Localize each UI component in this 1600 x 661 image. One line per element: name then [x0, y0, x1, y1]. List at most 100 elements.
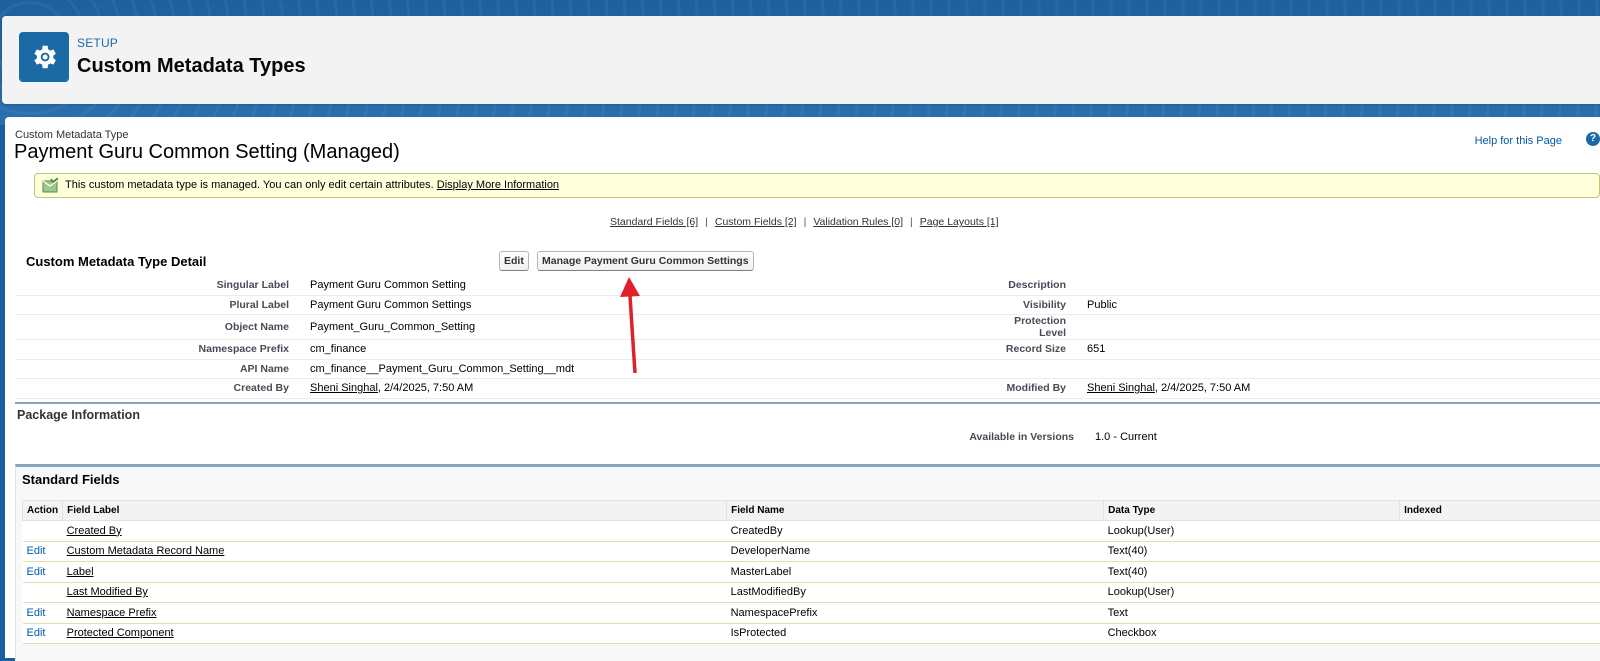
field-name: DeveloperName: [727, 541, 1104, 562]
modified-by-user-link[interactable]: Sheni Singhal: [1087, 382, 1155, 394]
validation-rules-link[interactable]: Validation Rules [0]: [813, 216, 903, 228]
table-row: Edit Custom Metadata Record Name Develop…: [23, 541, 1600, 562]
detail-row: API Name cm_finance__Payment_Guru_Common…: [15, 359, 1600, 379]
field-label-link[interactable]: Custom Metadata Record Name: [67, 545, 225, 557]
detail-value: Payment_Guru_Common_Setting: [307, 315, 987, 340]
field-name: CreatedBy: [727, 521, 1104, 542]
custom-fields-link[interactable]: Custom Fields [2]: [715, 216, 797, 228]
standard-fields-link[interactable]: Standard Fields [6]: [610, 216, 698, 228]
data-type: Text(40): [1104, 541, 1400, 562]
row-edit-link[interactable]: Edit: [27, 607, 46, 619]
detail-row: Object Name Payment_Guru_Common_Setting …: [15, 315, 1600, 340]
data-type: Checkbox: [1104, 623, 1400, 644]
table-row: Edit Label MasterLabel Text(40): [23, 562, 1600, 583]
row-edit-link[interactable]: Edit: [27, 566, 46, 578]
manage-records-button[interactable]: Manage Payment Guru Common Settings: [537, 251, 754, 271]
gear-icon: [19, 32, 69, 82]
detail-value: cm_finance: [307, 340, 987, 360]
detail-value: [1084, 276, 1600, 295]
standard-fields-section: Standard Fields Action Field Label Field…: [15, 464, 1600, 661]
help-link[interactable]: Help for this Page: [1475, 135, 1562, 147]
package-section-title: Package Information: [17, 408, 140, 422]
link-separator: |: [910, 216, 913, 228]
detail-label: Object Name: [15, 315, 307, 340]
created-by-date: , 2/4/2025, 7:50 AM: [378, 382, 473, 394]
detail-label: Plural Label: [15, 295, 307, 315]
detail-label: Record Size: [987, 340, 1084, 360]
modified-by-date: , 2/4/2025, 7:50 AM: [1155, 382, 1250, 394]
field-label-link[interactable]: Last Modified By: [67, 586, 148, 598]
page-header-title: Custom Metadata Types: [77, 55, 306, 78]
table-header-row: Action Field Label Field Name Data Type …: [23, 501, 1600, 521]
column-header: Action: [23, 501, 63, 521]
link-separator: |: [804, 216, 807, 228]
available-versions-label: Available in Versions: [950, 431, 1074, 443]
help-icon[interactable]: ?: [1586, 132, 1600, 146]
detail-row: Created By Sheni Singhal, 2/4/2025, 7:50…: [15, 379, 1600, 399]
detail-section-title: Custom Metadata Type Detail: [26, 254, 206, 269]
table-row: Edit Protected Component IsProtected Che…: [23, 623, 1600, 644]
detail-value: 651: [1084, 340, 1600, 360]
indexed: [1400, 582, 1600, 603]
detail-row: Singular Label Payment Guru Common Setti…: [15, 276, 1600, 295]
table-row: Edit Namespace Prefix NamespacePrefix Te…: [23, 603, 1600, 624]
indexed: [1400, 541, 1600, 562]
managed-info-banner: This custom metadata type is managed. Yo…: [34, 173, 1600, 198]
object-type-label: Custom Metadata Type: [15, 129, 129, 141]
field-name: IsProtected: [727, 623, 1104, 644]
column-header[interactable]: Data Type: [1104, 501, 1400, 521]
field-label-link[interactable]: Label: [67, 566, 94, 578]
field-name: LastModifiedBy: [727, 582, 1104, 603]
modified-by-label: Modified By: [987, 379, 1084, 399]
link-separator: |: [705, 216, 708, 228]
row-edit-link[interactable]: Edit: [27, 627, 46, 639]
column-header[interactable]: Indexed: [1400, 501, 1600, 521]
detail-label: Singular Label: [15, 276, 307, 295]
edit-button[interactable]: Edit: [499, 251, 529, 271]
data-type: Text: [1104, 603, 1400, 624]
field-label-link[interactable]: Protected Component: [67, 627, 174, 639]
detail-value: [1084, 315, 1600, 340]
standard-fields-title: Standard Fields: [22, 472, 120, 487]
page-title: Payment Guru Common Setting (Managed): [14, 141, 400, 164]
table-row: Created By CreatedBy Lookup(User): [23, 521, 1600, 542]
detail-label: Protection Level: [987, 315, 1084, 340]
banner-message: This custom metadata type is managed. Yo…: [65, 179, 434, 191]
detail-row: Namespace Prefix cm_finance Record Size …: [15, 340, 1600, 360]
field-name: NamespacePrefix: [727, 603, 1104, 624]
detail-value: Payment Guru Common Settings: [307, 295, 987, 315]
indexed: [1400, 521, 1600, 542]
related-list-links: Standard Fields [6] | Custom Fields [2] | Va…: [610, 216, 999, 228]
detail-value: cm_finance__Payment_Guru_Common_Setting_…: [307, 359, 987, 379]
created-by-label: Created By: [15, 379, 307, 399]
data-type: Lookup(User): [1104, 582, 1400, 603]
package-section-divider: [15, 402, 1600, 404]
detail-value: [1084, 359, 1600, 379]
indexed: [1400, 603, 1600, 624]
detail-value: Payment Guru Common Setting: [307, 276, 987, 295]
indexed: [1400, 562, 1600, 583]
detail-value: Public: [1084, 295, 1600, 315]
setup-kicker[interactable]: SETUP: [77, 36, 118, 50]
detail-label: [987, 359, 1084, 379]
setup-header: SETUP Custom Metadata Types: [2, 16, 1600, 104]
detail-label: Visibility: [987, 295, 1084, 315]
column-header[interactable]: Field Name: [727, 501, 1104, 521]
data-type: Text(40): [1104, 562, 1400, 583]
detail-row: Plural Label Payment Guru Common Setting…: [15, 295, 1600, 315]
detail-label: Namespace Prefix: [15, 340, 307, 360]
table-row: Last Modified By LastModifiedBy Lookup(U…: [23, 582, 1600, 603]
detail-table: Singular Label Payment Guru Common Setti…: [15, 276, 1600, 399]
field-label-link[interactable]: Namespace Prefix: [67, 607, 157, 619]
page-layouts-link[interactable]: Page Layouts [1]: [920, 216, 999, 228]
standard-fields-table: Action Field Label Field Name Data Type …: [22, 500, 1600, 644]
display-more-info-link[interactable]: Display More Information: [437, 179, 559, 191]
field-label-link[interactable]: Created By: [67, 525, 122, 537]
data-type: Lookup(User): [1104, 521, 1400, 542]
row-edit-link[interactable]: Edit: [27, 545, 46, 557]
managed-package-icon: [42, 178, 58, 192]
created-by-user-link[interactable]: Sheni Singhal: [310, 382, 378, 394]
detail-label: API Name: [15, 359, 307, 379]
column-header[interactable]: Field Label: [63, 501, 727, 521]
available-versions-value: 1.0 - Current: [1095, 431, 1157, 443]
